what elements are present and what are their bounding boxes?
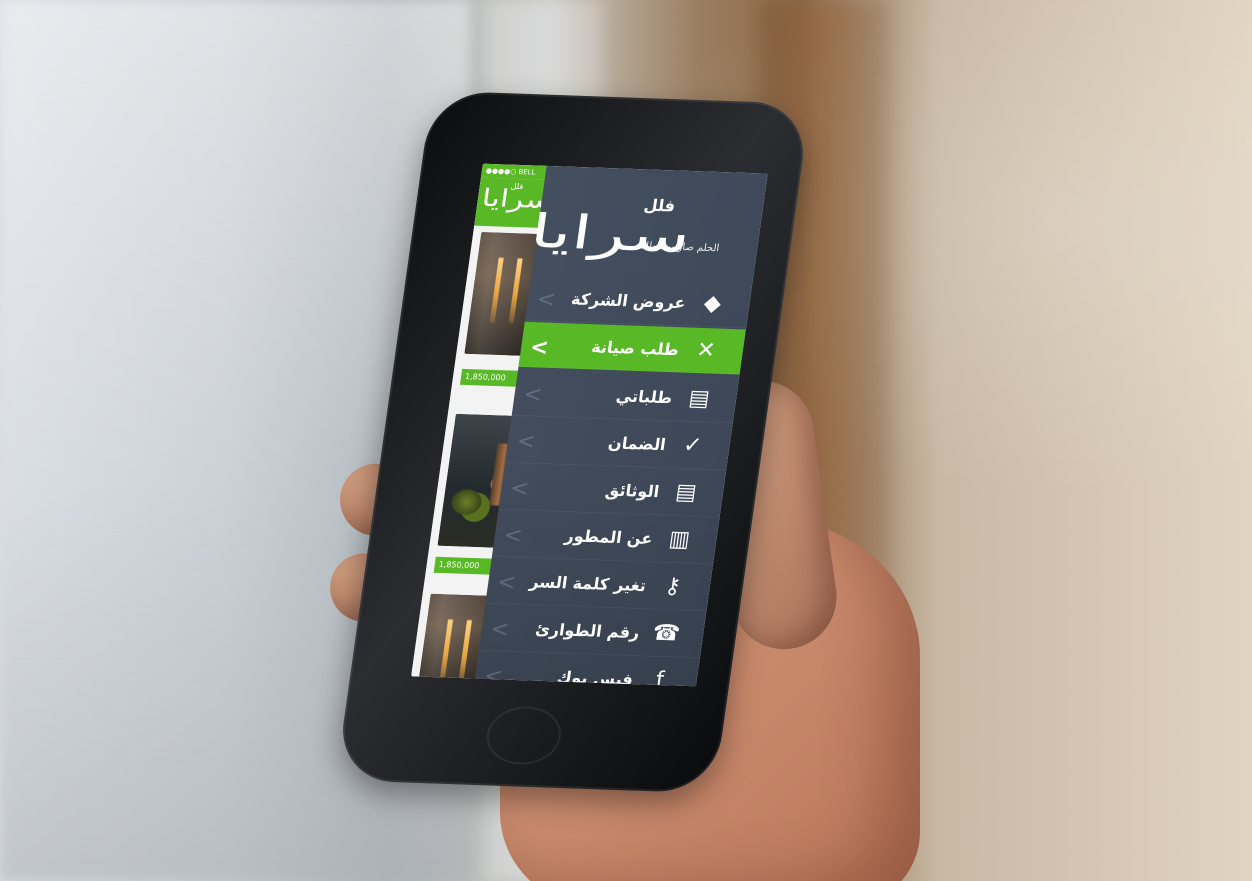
menu-item-about-developer[interactable]: ▥ عن المطور < [491,509,720,565]
menu-label: عن المطور [563,525,654,548]
chevron-left-icon: < [528,335,551,361]
chevron-left-icon: < [488,616,511,643]
menu-label: تغير كلمة السر [528,571,648,595]
phone-icon: ☎ [650,620,682,647]
menu-item-documents[interactable]: ▤ الوثائق < [498,462,727,518]
facebook-icon: f [654,667,666,687]
chevron-left-icon: < [521,382,544,408]
menu-label: رقم الطوارئ [534,618,641,642]
menu-label: طلب صيانة [590,336,681,359]
chevron-left-icon: < [535,287,558,313]
requests-icon: ▤ [687,385,712,412]
menu-label: طلباتي [614,385,674,407]
chevron-left-icon: < [508,476,531,502]
menu-label: فيس بوك [555,666,635,687]
menu-item-company-offers[interactable]: ◆ عروض الشركة < [524,273,753,329]
tag-icon: ◆ [702,290,723,317]
chevron-left-icon: < [495,569,518,596]
documents-icon: ▤ [673,479,699,506]
app-screen: ●●●●○ BELL فلل سرايا 1,850,000 1,850,000… [411,163,768,687]
menu-item-emergency-number[interactable]: ☎ رقم الطوارئ < [478,603,707,659]
menu-item-my-requests[interactable]: ▤ طلباتي < [511,368,740,424]
chevron-left-icon: < [502,522,524,549]
brand-logo: فلل سرايا الحلم صار بمتناولك [527,189,726,263]
developer-icon: ▥ [667,526,692,552]
menu-item-maintenance-request[interactable]: ✕ طلب صيانة < [518,321,746,375]
key-icon: ⚷ [663,573,683,599]
menu-item-change-password[interactable]: ⚷ تغير كلمة السر < [485,556,713,612]
menu-label: الضمان [607,432,668,454]
chevron-left-icon: < [515,429,538,455]
maintenance-icon: ✕ [694,337,717,364]
warranty-icon: ✓ [681,432,704,459]
menu-item-warranty[interactable]: ✓ الضمان < [505,415,733,471]
menu-label: عروض الشركة [570,288,687,312]
chevron-left-icon: < [482,663,505,687]
menu-label: الوثائق [604,479,661,501]
